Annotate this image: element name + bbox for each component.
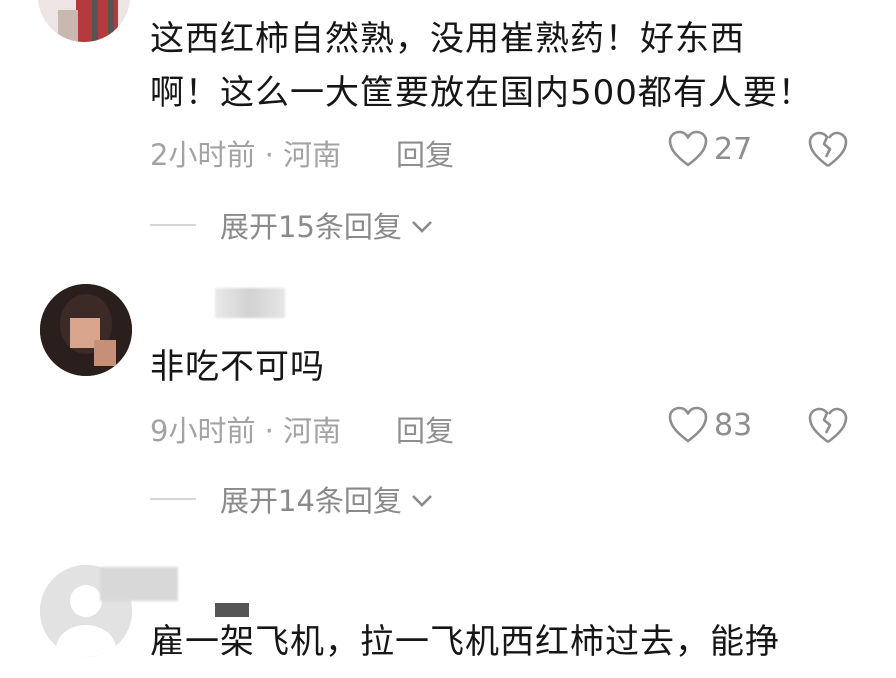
expand-replies-button[interactable]: 展开14条回复 [150, 478, 434, 520]
broken-heart-icon [808, 407, 848, 449]
comment-time-location: 9小时前 · 河南 [150, 414, 342, 448]
avatar[interactable] [40, 284, 132, 376]
username[interactable] [215, 288, 285, 318]
expand-replies-label: 展开15条回复 [220, 210, 402, 244]
broken-heart-icon [808, 131, 848, 173]
like-button[interactable]: 83 [668, 406, 752, 444]
expand-replies-button[interactable]: 展开15条回复 [150, 204, 434, 246]
dislike-button[interactable] [808, 131, 848, 173]
comment-text-line: 这西红柿自然熟，没用崔熟药！好东西 [150, 19, 745, 59]
like-count: 83 [714, 407, 753, 443]
comment-text-line: 非吃不可吗 [150, 347, 325, 387]
comment-time-location: 2小时前 · 河南 [150, 138, 342, 172]
heart-outline-icon [668, 130, 708, 168]
comment-text-line: 啊！这么一大筐要放在国内500都有人要！ [150, 73, 813, 113]
reply-button[interactable]: 回复 [396, 408, 454, 450]
comment-text: 这西红柿自然熟，没用崔熟药！好东西 啊！这么一大筐要放在国内500都有人要！ [150, 12, 813, 120]
chevron-down-icon [410, 482, 434, 516]
avatar[interactable] [38, 0, 130, 42]
comment-text: 雇一架飞机，拉一飞机西红柿过去，能挣 [150, 615, 780, 669]
comment-item: 非吃不可吗 9小时前 · 河南 回复 83 展开14条回复 [0, 270, 896, 540]
expand-replies-label: 展开14条回复 [220, 484, 402, 518]
heart-outline-icon [668, 406, 708, 444]
divider [150, 224, 196, 226]
like-count: 27 [714, 131, 753, 167]
dislike-button[interactable] [808, 407, 848, 449]
comment-item: 雇一架飞机，拉一飞机西红柿过去，能挣 [0, 555, 896, 678]
username[interactable] [100, 567, 178, 601]
comment-text: 非吃不可吗 [150, 340, 325, 394]
chevron-down-icon [410, 208, 434, 242]
comment-text-line: 雇一架飞机，拉一飞机西红柿过去，能挣 [150, 622, 780, 662]
comment-item: 这西红柿自然熟，没用崔熟药！好东西 啊！这么一大筐要放在国内500都有人要！ 2… [0, 0, 896, 260]
like-button[interactable]: 27 [668, 130, 752, 168]
reply-button[interactable]: 回复 [396, 132, 454, 174]
divider [150, 498, 196, 500]
